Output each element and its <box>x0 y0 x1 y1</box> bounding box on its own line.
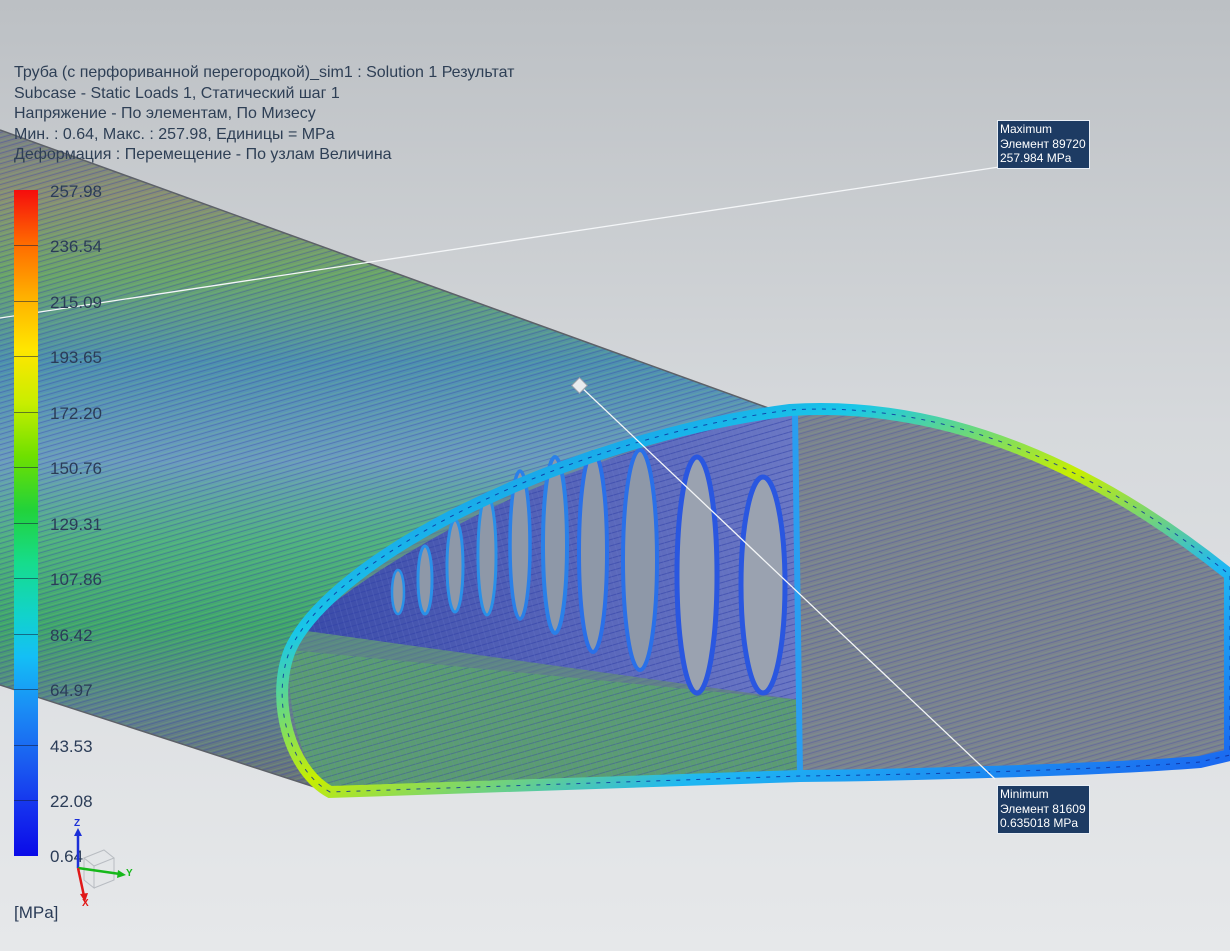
legend-tick <box>14 301 38 302</box>
result-title: Труба (с перфориванной перегородкой)_sim… <box>14 64 515 81</box>
legend-tick <box>14 689 38 690</box>
maximum-element: Элемент 89720 <box>1000 136 1086 151</box>
legend-label: 64.97 <box>50 681 93 700</box>
triad-z-label: Z <box>74 818 81 829</box>
legend-label: 257.98 <box>50 182 102 201</box>
triad-icon <box>74 828 126 902</box>
legend-tick <box>14 745 38 746</box>
min-max-label: Мин. : 0.64, Макс. : 257.98, Единицы = M… <box>14 125 335 143</box>
maximum-title: Maximum <box>1000 122 1053 136</box>
legend-tick <box>14 412 38 413</box>
legend-label: 193.65 <box>50 348 102 367</box>
legend-label: 215.09 <box>50 293 102 312</box>
legend-tick <box>14 356 38 357</box>
legend-label: 236.54 <box>50 237 102 256</box>
legend-tick <box>14 578 38 579</box>
legend-label: 172.20 <box>50 404 102 423</box>
legend-units: [MPa] <box>14 903 59 922</box>
legend-tick <box>14 245 38 246</box>
minimum-element: Элемент 81609 <box>1000 801 1086 816</box>
legend-label: 22.08 <box>50 792 93 811</box>
minimum-title: Minimum <box>1000 787 1049 801</box>
minimum-value: 0.635018 MPa <box>1000 816 1079 830</box>
deformation-label: Деформация : Перемещение - По узлам Вели… <box>14 146 392 163</box>
legend-tick <box>14 523 38 524</box>
legend-label: 129.31 <box>50 515 102 534</box>
results-viewport[interactable]: Труба (с перфориванной перегородкой)_sim… <box>0 0 1230 951</box>
maximum-callout[interactable]: Maximum Элемент 89720 257.984 MPa <box>997 120 1090 169</box>
maximum-value: 257.984 MPa <box>1000 151 1072 165</box>
legend-label: 86.42 <box>50 626 93 645</box>
minimum-callout[interactable]: Minimum Элемент 81609 0.635018 MPa <box>997 785 1090 834</box>
legend-tick <box>14 800 38 801</box>
result-info-header: Труба (с перфориванной перегородкой)_sim… <box>14 63 514 166</box>
legend-label: 107.86 <box>50 570 102 589</box>
triad-y-label: Y <box>126 868 133 879</box>
legend-label: 43.53 <box>50 737 93 756</box>
triad-x-label: X <box>82 898 89 909</box>
coordinate-triad[interactable]: Z Y X <box>60 818 150 915</box>
stress-type-label: Напряжение - По элементам, По Мизесу <box>14 105 316 122</box>
legend-tick <box>14 467 38 468</box>
legend-tick <box>14 634 38 635</box>
subcase-label: Subcase - Static Loads 1, Статический ша… <box>14 84 340 102</box>
legend-label: 150.76 <box>50 459 102 478</box>
